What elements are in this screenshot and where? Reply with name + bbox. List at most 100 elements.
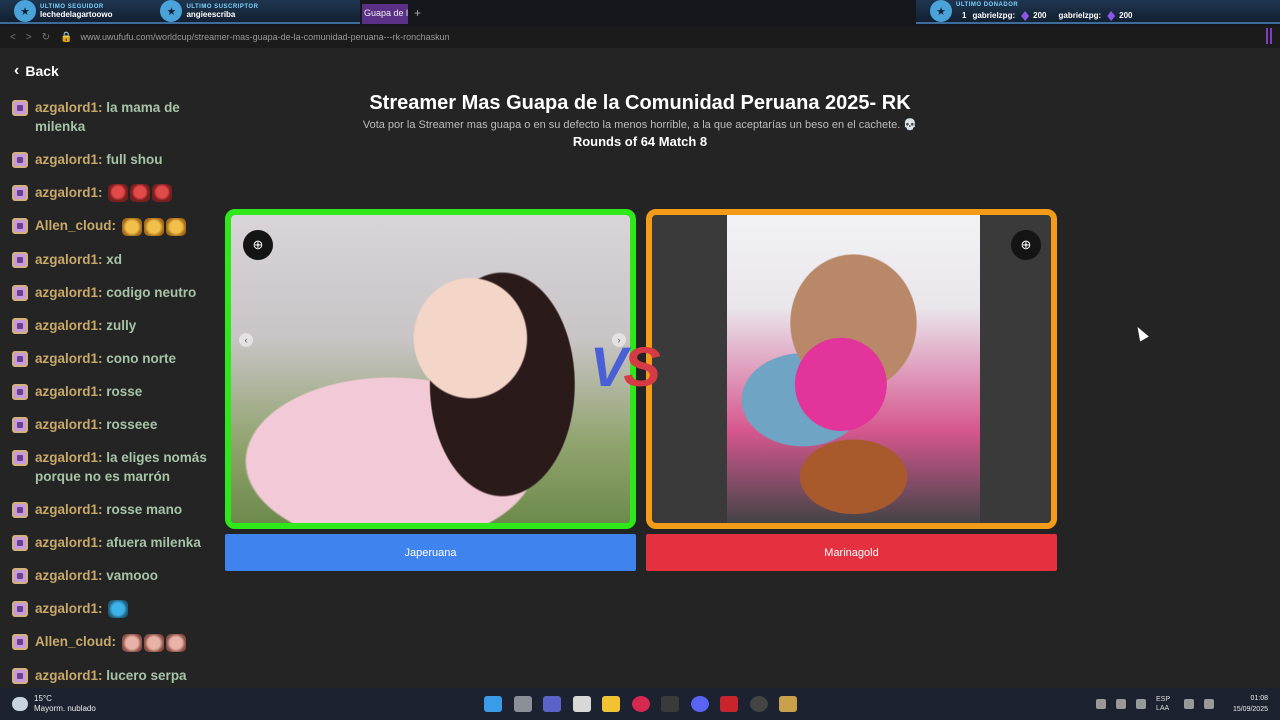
chat-user: azgalord1:: [35, 152, 103, 167]
chat-user: azgalord1:: [35, 251, 103, 267]
chat-text: full shou: [106, 152, 163, 167]
versus-v: V: [590, 335, 627, 398]
gem-icon: [1021, 11, 1030, 21]
chat-text: codigo neutro: [106, 284, 197, 300]
choice-button-right[interactable]: Marinagold: [646, 534, 1057, 571]
subscriber-badge-icon: [12, 100, 28, 116]
chat-user: azgalord1:: [35, 534, 103, 550]
back-label: Back: [25, 63, 59, 79]
chat-user: azgalord1:: [35, 350, 103, 366]
chat-user: azgalord1:: [35, 284, 103, 300]
last-follower: ULTIMO SEGUIDOR lechedelagartoowo: [40, 3, 112, 19]
chat-message: Allen_cloud:: [12, 216, 222, 236]
candidate-photo-left[interactable]: [231, 215, 630, 523]
discord-icon[interactable]: [690, 696, 709, 712]
back-button[interactable]: ‹ Back: [14, 62, 59, 80]
chat-user: azgalord1:: [35, 185, 103, 200]
donor-name: gabrielzpg:: [972, 11, 1016, 20]
zoom-in-icon[interactable]: ⊕: [243, 230, 273, 260]
new-tab-icon[interactable]: +: [414, 6, 421, 20]
gem-icon: [1107, 11, 1116, 21]
time: 01:08: [1250, 695, 1268, 702]
weather-widget[interactable]: 15°C Mayorm. nublado: [12, 694, 96, 714]
donor-amount: 200: [1119, 11, 1133, 20]
cloud-icon: [12, 697, 28, 711]
last-subscriber: ULTIMO SUSCRIPTOR angieescriba: [186, 3, 258, 19]
chat-message: azgalord1: xd: [12, 250, 222, 269]
chat-user: azgalord1:: [35, 567, 103, 583]
subscriber-badge-icon: [12, 634, 28, 651]
cat-emote-icon: [143, 217, 164, 236]
date: 15/09/2025: [1232, 706, 1268, 713]
subscriber-badge-icon: [12, 534, 28, 551]
chat-user: azgalord1:: [35, 501, 103, 517]
cat-emote-icon: [121, 217, 142, 236]
opera-browser-icon[interactable]: [631, 696, 650, 712]
face-emote-icon: [143, 633, 164, 652]
chat-text: lucero serpa: [106, 667, 187, 683]
chat-user: Allen_cloud:: [35, 218, 117, 234]
taskbar: 15°C Mayorm. nublado ESP LAA 01:08 15/09…: [0, 688, 1280, 720]
app-icon[interactable]: [661, 696, 679, 712]
file-explorer-icon[interactable]: [602, 696, 620, 712]
versus-label: VS: [590, 334, 661, 399]
chat-message: azgalord1: afuera milenka: [12, 533, 222, 552]
network-icon[interactable]: [1184, 699, 1195, 709]
chat-text: afuera milenka: [106, 534, 201, 550]
sidebar-toggle-icon[interactable]: [1266, 28, 1272, 44]
subscriber-badge-icon: [12, 317, 28, 334]
chat-message: azgalord1: la mama de milenka: [12, 98, 222, 136]
choice-button-left[interactable]: Japeruana: [225, 534, 636, 571]
chat-message: azgalord1:: [12, 183, 222, 203]
chat-message: azgalord1: rosse: [12, 382, 222, 401]
store-icon[interactable]: [572, 696, 591, 712]
chat-text: rosse: [106, 383, 143, 399]
zoom-in-icon[interactable]: ⊕: [1011, 230, 1041, 260]
temperature: 15°C: [34, 694, 52, 703]
url-field[interactable]: www.uwufufu.com/worldcup/streamer-mas-gu…: [81, 32, 450, 42]
league-icon[interactable]: [779, 696, 797, 712]
browser-tab[interactable]: Guapa de l: [362, 4, 408, 24]
windows-start-icon[interactable]: [484, 696, 502, 712]
language-indicator[interactable]: ESP LAA: [1156, 695, 1170, 713]
obs-icon[interactable]: [749, 696, 768, 712]
task-view-icon[interactable]: [513, 696, 532, 712]
angry-emote-icon: [130, 184, 151, 203]
clock[interactable]: 01:08 15/09/2025: [1222, 693, 1268, 715]
subscriber-badge-icon: [12, 284, 28, 301]
weather-condition: Mayorm. nublado: [34, 704, 96, 713]
lock-icon: 🔒: [60, 31, 73, 43]
donor-amount: 200: [1033, 11, 1047, 20]
face-emote-icon: [165, 633, 186, 652]
chevron-up-icon[interactable]: [1096, 699, 1106, 709]
subscriber-badge-icon: [12, 383, 28, 400]
microphone-icon[interactable]: [1136, 699, 1146, 709]
subscriber-badge-icon: [12, 152, 28, 168]
chat-text: zully: [106, 317, 137, 333]
chat-user: azgalord1:: [35, 317, 103, 333]
candidate-card-right[interactable]: ⊕: [646, 209, 1057, 529]
subscriber-badge-icon: [12, 416, 28, 433]
chat-message: azgalord1: rosseee: [12, 415, 222, 434]
chat-message: azgalord1: zully: [12, 316, 222, 335]
back-nav-icon[interactable]: <: [10, 32, 16, 43]
lang-top: ESP: [1156, 696, 1171, 703]
app-red-icon[interactable]: [720, 696, 738, 712]
taskbar-apps: [484, 696, 809, 712]
volume-icon[interactable]: [1204, 699, 1215, 709]
versus-s: S: [623, 335, 660, 398]
candidate-card-left[interactable]: ⊕ ‹ ›: [225, 209, 636, 529]
teams-icon[interactable]: [543, 696, 561, 712]
angry-emote-icon: [152, 184, 173, 203]
tray-app-icon[interactable]: [1116, 699, 1126, 709]
chevron-left-icon[interactable]: ‹: [239, 333, 253, 347]
chat-message: azgalord1: rosse mano: [12, 500, 222, 519]
angry-emote-icon: [108, 184, 129, 203]
subscriber-badge-icon: [12, 251, 28, 268]
chat-text: vamooo: [106, 567, 159, 583]
chat-overlay: azgalord1: la mama de milenka azgalord1:…: [12, 98, 222, 699]
reload-icon[interactable]: ↻: [42, 32, 50, 43]
chevron-left-icon: ‹: [14, 62, 20, 79]
candidate-photo-right[interactable]: [727, 215, 980, 523]
forward-nav-icon[interactable]: >: [26, 32, 32, 43]
